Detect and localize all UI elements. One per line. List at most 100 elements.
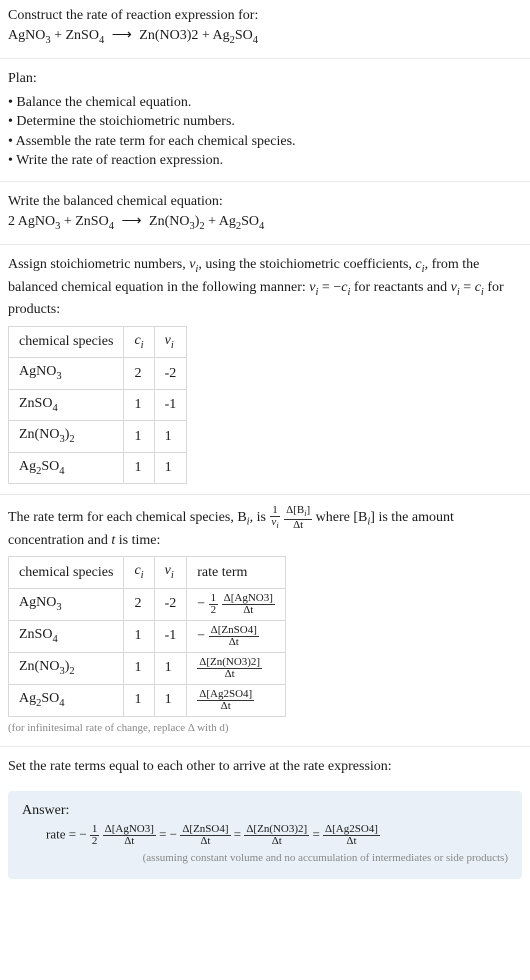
divider [0, 244, 530, 245]
frac-d-dt: Δ[Zn(NO3)2] Δt [197, 657, 262, 680]
balanced-equation: 2 AgNO3 + ZnSO4 ⟶ Zn(NO3)2 + Ag2SO4 [8, 212, 522, 234]
cell-ci: 1 [124, 684, 154, 716]
txt: , using the stoichiometric coefficients, [198, 257, 415, 272]
stoich-table: chemical species ci νi AgNO3 2 -2 ZnSO4 … [8, 326, 187, 484]
frac-d-dt: Δ[ZnSO4] Δt [209, 625, 259, 648]
plan-item: Determine the stoichiometric numbers. [8, 112, 522, 132]
frac-half: 1 2 [209, 593, 219, 616]
frac-dBi-dt: Δ[Bi] Δt [284, 505, 312, 530]
txt: , is [250, 510, 270, 525]
txt: is time: [115, 533, 160, 548]
cell-species: AgNO3 [9, 588, 124, 620]
eq: = [312, 827, 323, 842]
rate-intro: The rate term for each chemical species,… [8, 505, 522, 550]
nu-symbol: νi [189, 257, 198, 272]
txt: where [B [316, 510, 368, 525]
species-znso4: ZnSO4 [66, 28, 105, 43]
c-symbol: ci [415, 257, 424, 272]
txt: The rate term for each chemical species,… [8, 510, 247, 525]
species-zn-no3-2: Zn(NO3)2 [149, 214, 205, 229]
arrow-icon: ⟶ [117, 214, 145, 229]
arrow-icon: ⟶ [108, 28, 136, 43]
col-species: chemical species [9, 326, 124, 357]
species-zn-no3-2: Zn(NO3)2 [139, 28, 198, 43]
cell-rate: − 1 2 Δ[AgNO3] Δt [187, 588, 286, 620]
set-equal-section: Set the rate terms equal to each other t… [0, 751, 530, 783]
cell-ci: 1 [124, 620, 154, 652]
eq: = [159, 827, 170, 842]
frac-d-dt: Δ[ZnSO4] Δt [180, 824, 230, 847]
table-header-row: chemical species ci νi rate term [9, 557, 286, 588]
cell-species: ZnSO4 [9, 389, 124, 420]
col-ci: ci [124, 557, 154, 588]
col-ci: ci [124, 326, 154, 357]
neg: − [79, 827, 86, 842]
neg: − [170, 827, 177, 842]
divider [0, 58, 530, 59]
cell-nui: 1 [154, 452, 187, 483]
cell-species: Ag2SO4 [9, 684, 124, 716]
cell-nui: -1 [154, 620, 187, 652]
c-eq2: ci [475, 280, 484, 295]
cell-species: AgNO3 [9, 358, 124, 389]
plan-item: Assemble the rate term for each chemical… [8, 132, 522, 152]
balanced-section: Write the balanced chemical equation: 2 … [0, 186, 530, 240]
unbalanced-equation: AgNO3 + ZnSO4 ⟶ Zn(NO3)2 + Ag2SO4 [8, 26, 522, 48]
cell-species: Zn(NO3)2 [9, 421, 124, 452]
cell-nui: -1 [154, 389, 187, 420]
eq: = [234, 827, 245, 842]
species-agno3: AgNO3 [18, 214, 61, 229]
nu-eq2: νi [451, 280, 460, 295]
balanced-heading: Write the balanced chemical equation: [8, 192, 522, 212]
answer-box: Answer: rate = − 1 2 Δ[AgNO3] Δt = − Δ[Z… [8, 791, 522, 879]
species-ag2so4: Ag2SO4 [213, 28, 259, 43]
species-znso4: ZnSO4 [75, 214, 114, 229]
answer-caveat: (assuming constant volume and no accumul… [22, 851, 508, 866]
infinitesimal-note: (for infinitesimal rate of change, repla… [8, 721, 522, 736]
rate-table: chemical species ci νi rate term AgNO3 2… [8, 556, 286, 716]
col-rate: rate term [187, 557, 286, 588]
rate-section: The rate term for each chemical species,… [0, 499, 530, 742]
rate-label: rate = [46, 827, 79, 842]
frac-d-dt: Δ[Ag2SO4] Δt [197, 689, 254, 712]
plan-list: Balance the chemical equation. Determine… [8, 93, 522, 171]
coef-2: 2 [8, 214, 15, 229]
cell-rate: Δ[Ag2SO4] Δt [187, 684, 286, 716]
table-row: Zn(NO3)2 1 1 Δ[Zn(NO3)2] Δt [9, 652, 286, 684]
divider [0, 494, 530, 495]
divider [0, 181, 530, 182]
prompt-lead: Construct the rate of reaction expressio… [8, 6, 522, 26]
cell-nui: -2 [154, 588, 187, 620]
plan-heading: Plan: [8, 69, 522, 89]
txt: = − [318, 280, 341, 295]
cell-ci: 1 [124, 421, 154, 452]
col-species: chemical species [9, 557, 124, 588]
cell-ci: 1 [124, 389, 154, 420]
plan-section: Plan: Balance the chemical equation. Det… [0, 63, 530, 177]
table-row: AgNO3 2 -2 [9, 358, 187, 389]
prompt-section: Construct the rate of reaction expressio… [0, 0, 530, 54]
frac-half: 1 2 [90, 824, 100, 847]
cell-species: ZnSO4 [9, 620, 124, 652]
plan-item: Balance the chemical equation. [8, 93, 522, 113]
c-eq: ci [341, 280, 350, 295]
cell-ci: 2 [124, 588, 154, 620]
table-row: Zn(NO3)2 1 1 [9, 421, 187, 452]
cell-ci: 2 [124, 358, 154, 389]
answer-heading: Answer: [22, 801, 508, 821]
table-row: AgNO3 2 -2 − 1 2 Δ[AgNO3] Δt [9, 588, 286, 620]
cell-nui: -2 [154, 358, 187, 389]
cell-nui: 1 [154, 684, 187, 716]
cell-rate: − Δ[ZnSO4] Δt [187, 620, 286, 652]
txt: for reactants and [350, 280, 450, 295]
frac-one-over-nu: 1 νi [269, 505, 280, 530]
cell-ci: 1 [124, 652, 154, 684]
plan-item: Write the rate of reaction expression. [8, 151, 522, 171]
frac-d-dt: Δ[Zn(NO3)2] Δt [244, 824, 309, 847]
cell-nui: 1 [154, 652, 187, 684]
cell-species: Ag2SO4 [9, 452, 124, 483]
col-nui: νi [154, 326, 187, 357]
species-ag2so4: Ag2SO4 [219, 214, 265, 229]
cell-species: Zn(NO3)2 [9, 652, 124, 684]
species-agno3: AgNO3 [8, 28, 51, 43]
